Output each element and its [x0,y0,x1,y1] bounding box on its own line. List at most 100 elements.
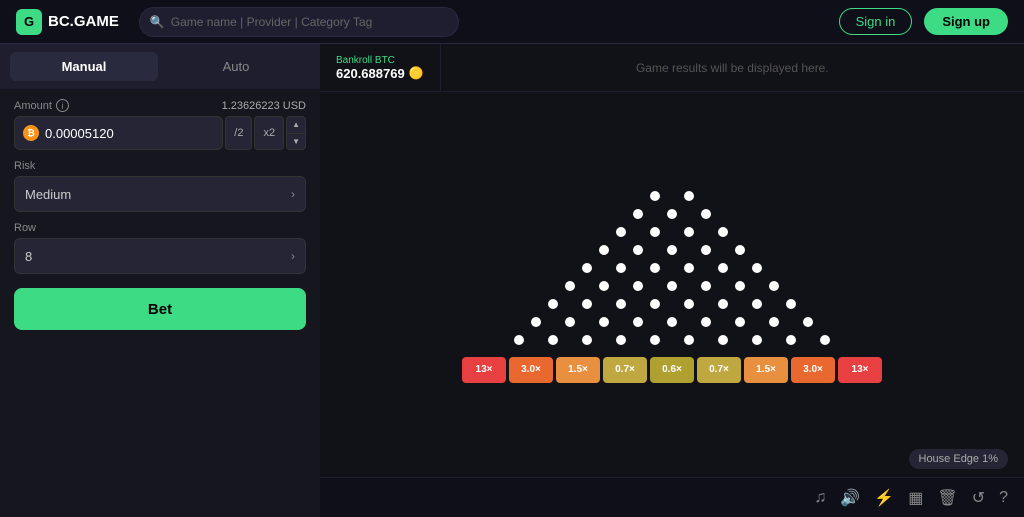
peg-row [604,227,740,237]
peg [514,335,524,345]
peg [735,317,745,327]
peg [599,281,609,291]
decrement-button[interactable]: ▼ [287,134,305,150]
peg [582,335,592,345]
peg-row [519,317,825,327]
risk-value: Medium [25,187,71,202]
multiplier-box: 1.5× [744,357,788,383]
amount-section: Amount i 1.23626223 USD ₿ 0.00005120 /2 … [14,99,306,150]
peg-row [536,299,808,309]
plinko-board [502,187,842,349]
logo-text: BC.GAME [48,13,119,30]
right-panel: Bankroll BTC 620.688769 🟡 Game results w… [320,44,1024,517]
amount-value: 0.00005120 [45,126,114,141]
row-select[interactable]: 8 › [14,238,306,274]
risk-select[interactable]: Medium › [14,176,306,212]
multiplier-box: 13× [838,357,882,383]
peg [616,227,626,237]
peg [599,317,609,327]
peg [752,263,762,273]
row-label: Row [14,222,306,234]
peg [820,335,830,345]
logo: G BC.GAME [16,9,119,35]
panel-body: Amount i 1.23626223 USD ₿ 0.00005120 /2 … [0,89,320,340]
peg [803,317,813,327]
left-panel: Manual Auto Amount i 1.23626223 USD ₿ 0.… [0,44,320,517]
peg-row [553,281,791,291]
tab-manual[interactable]: Manual [10,52,158,81]
delete-icon[interactable]: 🗑 [937,488,957,508]
peg-row [638,191,706,201]
increment-button[interactable]: ▲ [287,117,305,134]
peg [633,317,643,327]
main-content: Manual Auto Amount i 1.23626223 USD ₿ 0.… [0,44,1024,517]
peg [684,335,694,345]
double-button[interactable]: x2 [254,116,284,150]
peg [752,299,762,309]
info-icon: i [56,99,69,112]
help-icon[interactable]: ? [999,489,1008,507]
peg [718,227,728,237]
game-area: 13×3.0×1.5×0.7×0.6×0.7×1.5×3.0×13× [320,92,1024,477]
peg [565,281,575,291]
half-button[interactable]: /2 [225,116,252,150]
btc-icon: ₿ [23,125,39,141]
peg [599,245,609,255]
chevron-right-icon: › [291,187,295,201]
peg-row [587,245,757,255]
logo-icon: G [16,9,42,35]
peg [752,335,762,345]
peg [633,281,643,291]
multiplier-box: 0.6× [650,357,694,383]
peg [616,263,626,273]
signin-button[interactable]: Sign in [839,8,913,35]
results-text: Game results will be displayed here. [636,61,829,75]
peg-row [570,263,774,273]
peg [548,335,558,345]
amount-usd: 1.23626223 USD [222,100,306,112]
row-section: Row 8 › [14,222,306,274]
bankroll-amount: 620.688769 [336,66,405,81]
results-bar: Game results will be displayed here. [441,44,1024,91]
bet-button[interactable]: Bet [14,288,306,330]
peg [582,299,592,309]
peg-row [621,209,723,219]
grid-icon[interactable]: ▦ [908,488,923,508]
bankroll-value-row: 620.688769 🟡 [336,66,424,81]
peg [718,263,728,273]
tabs: Manual Auto [0,44,320,89]
peg [667,317,677,327]
peg [633,245,643,255]
sound-icon[interactable]: 🔊 [840,488,860,508]
peg [565,317,575,327]
risk-label: Risk [14,160,306,172]
peg [616,299,626,309]
multiplier-box: 0.7× [697,357,741,383]
bankroll-label: Bankroll BTC [336,55,424,66]
search-icon: 🔍 [150,15,165,29]
peg [650,335,660,345]
peg [786,335,796,345]
top-bar: Bankroll BTC 620.688769 🟡 Game results w… [320,44,1024,92]
navbar: G BC.GAME 🔍 Game name | Provider | Categ… [0,0,1024,44]
multiplier-box: 0.7× [603,357,647,383]
refresh-icon[interactable]: ↺ [972,488,985,508]
tab-auto[interactable]: Auto [162,52,310,81]
peg [769,281,779,291]
peg [616,335,626,345]
peg [548,299,558,309]
bankroll-block: Bankroll BTC 620.688769 🟡 [336,55,424,81]
amount-label-row: Amount i 1.23626223 USD [14,99,306,112]
signup-button[interactable]: Sign up [924,8,1008,35]
music-icon[interactable]: ♫ [814,489,826,507]
peg [701,245,711,255]
amount-row: ₿ 0.00005120 /2 x2 ▲ ▼ [14,116,306,150]
peg [684,299,694,309]
peg [582,263,592,273]
amount-input[interactable]: ₿ 0.00005120 [14,116,223,150]
lightning-icon[interactable]: ⚡ [874,488,894,508]
peg [633,209,643,219]
peg [667,245,677,255]
bankroll-section: Bankroll BTC 620.688769 🟡 [320,44,441,91]
search-bar[interactable]: 🔍 Game name | Provider | Category Tag [139,7,459,37]
